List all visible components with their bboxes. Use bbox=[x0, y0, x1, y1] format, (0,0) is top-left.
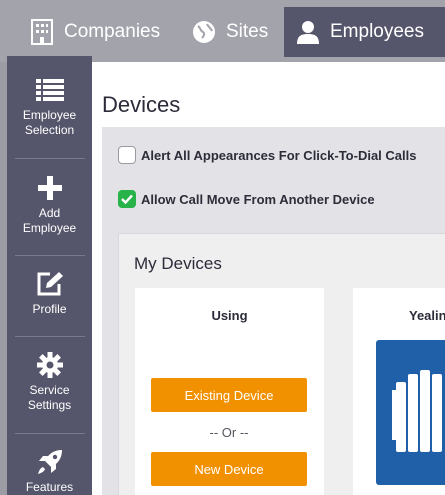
sidebar-item-label: Service bbox=[29, 383, 70, 397]
top-navigation-bar: Companies Sites Employees bbox=[0, 0, 445, 62]
globe-icon bbox=[192, 19, 216, 45]
sidebar-divider bbox=[15, 433, 85, 434]
sidebar-item-label: Profile bbox=[32, 302, 67, 316]
sidebar-divider bbox=[15, 255, 85, 256]
alert-all-appearances-checkbox[interactable] bbox=[118, 146, 136, 164]
tab-employees[interactable]: Employees bbox=[284, 7, 445, 57]
sidebar-item-add-employee[interactable]: Add Employee bbox=[7, 174, 92, 236]
sidebar-item-employee-selection[interactable]: Employee Selection bbox=[7, 76, 92, 138]
checkmark-icon bbox=[121, 194, 133, 204]
edit-icon bbox=[36, 270, 64, 298]
tab-companies[interactable]: Companies bbox=[18, 8, 172, 56]
tab-sites[interactable]: Sites bbox=[180, 8, 280, 56]
or-separator: -- Or -- bbox=[209, 425, 249, 440]
sidebar-divider bbox=[15, 336, 85, 337]
alert-all-appearances-row[interactable]: Alert All Appearances For Click-To-Dial … bbox=[118, 146, 416, 164]
sidebar-item-label: Employee bbox=[22, 221, 77, 235]
sidebar-item-label: Employee bbox=[22, 108, 77, 122]
new-device-button[interactable]: New Device bbox=[151, 452, 307, 486]
page-title: Devices bbox=[102, 92, 181, 117]
device-card-heading: Yealin bbox=[409, 308, 445, 323]
sidebar: Employee Selection Add Employee Profile … bbox=[7, 56, 92, 495]
tab-employees-label: Employees bbox=[330, 21, 424, 42]
building-icon bbox=[30, 19, 54, 45]
sidebar-item-label: Settings bbox=[27, 398, 72, 412]
rocket-icon bbox=[36, 448, 64, 476]
sidebar-item-label: Add bbox=[38, 206, 61, 220]
allow-call-move-label: Allow Call Move From Another Device bbox=[141, 191, 375, 207]
using-card-heading: Using bbox=[211, 308, 248, 323]
plus-icon bbox=[37, 174, 62, 202]
sidebar-item-profile[interactable]: Profile bbox=[7, 270, 92, 317]
gear-icon bbox=[36, 351, 63, 379]
alert-all-appearances-label: Alert All Appearances For Click-To-Dial … bbox=[141, 147, 417, 163]
sidebar-item-label: Features bbox=[25, 480, 74, 494]
tab-sites-label: Sites bbox=[226, 21, 269, 42]
my-devices-title: My Devices bbox=[134, 254, 222, 273]
phone-icon bbox=[392, 370, 442, 452]
sidebar-item-features[interactable]: Features bbox=[7, 448, 92, 495]
existing-device-button[interactable]: Existing Device bbox=[151, 378, 307, 412]
desk-phone-image bbox=[376, 340, 445, 485]
allow-call-move-checkbox[interactable] bbox=[118, 190, 136, 208]
sidebar-divider bbox=[15, 158, 85, 159]
sidebar-item-service-settings[interactable]: Service Settings bbox=[7, 351, 92, 413]
tab-companies-label: Companies bbox=[64, 21, 161, 42]
list-icon bbox=[35, 76, 64, 104]
sidebar-item-label: Selection bbox=[24, 123, 75, 137]
allow-call-move-row[interactable]: Allow Call Move From Another Device bbox=[118, 190, 375, 208]
user-icon bbox=[296, 19, 320, 45]
